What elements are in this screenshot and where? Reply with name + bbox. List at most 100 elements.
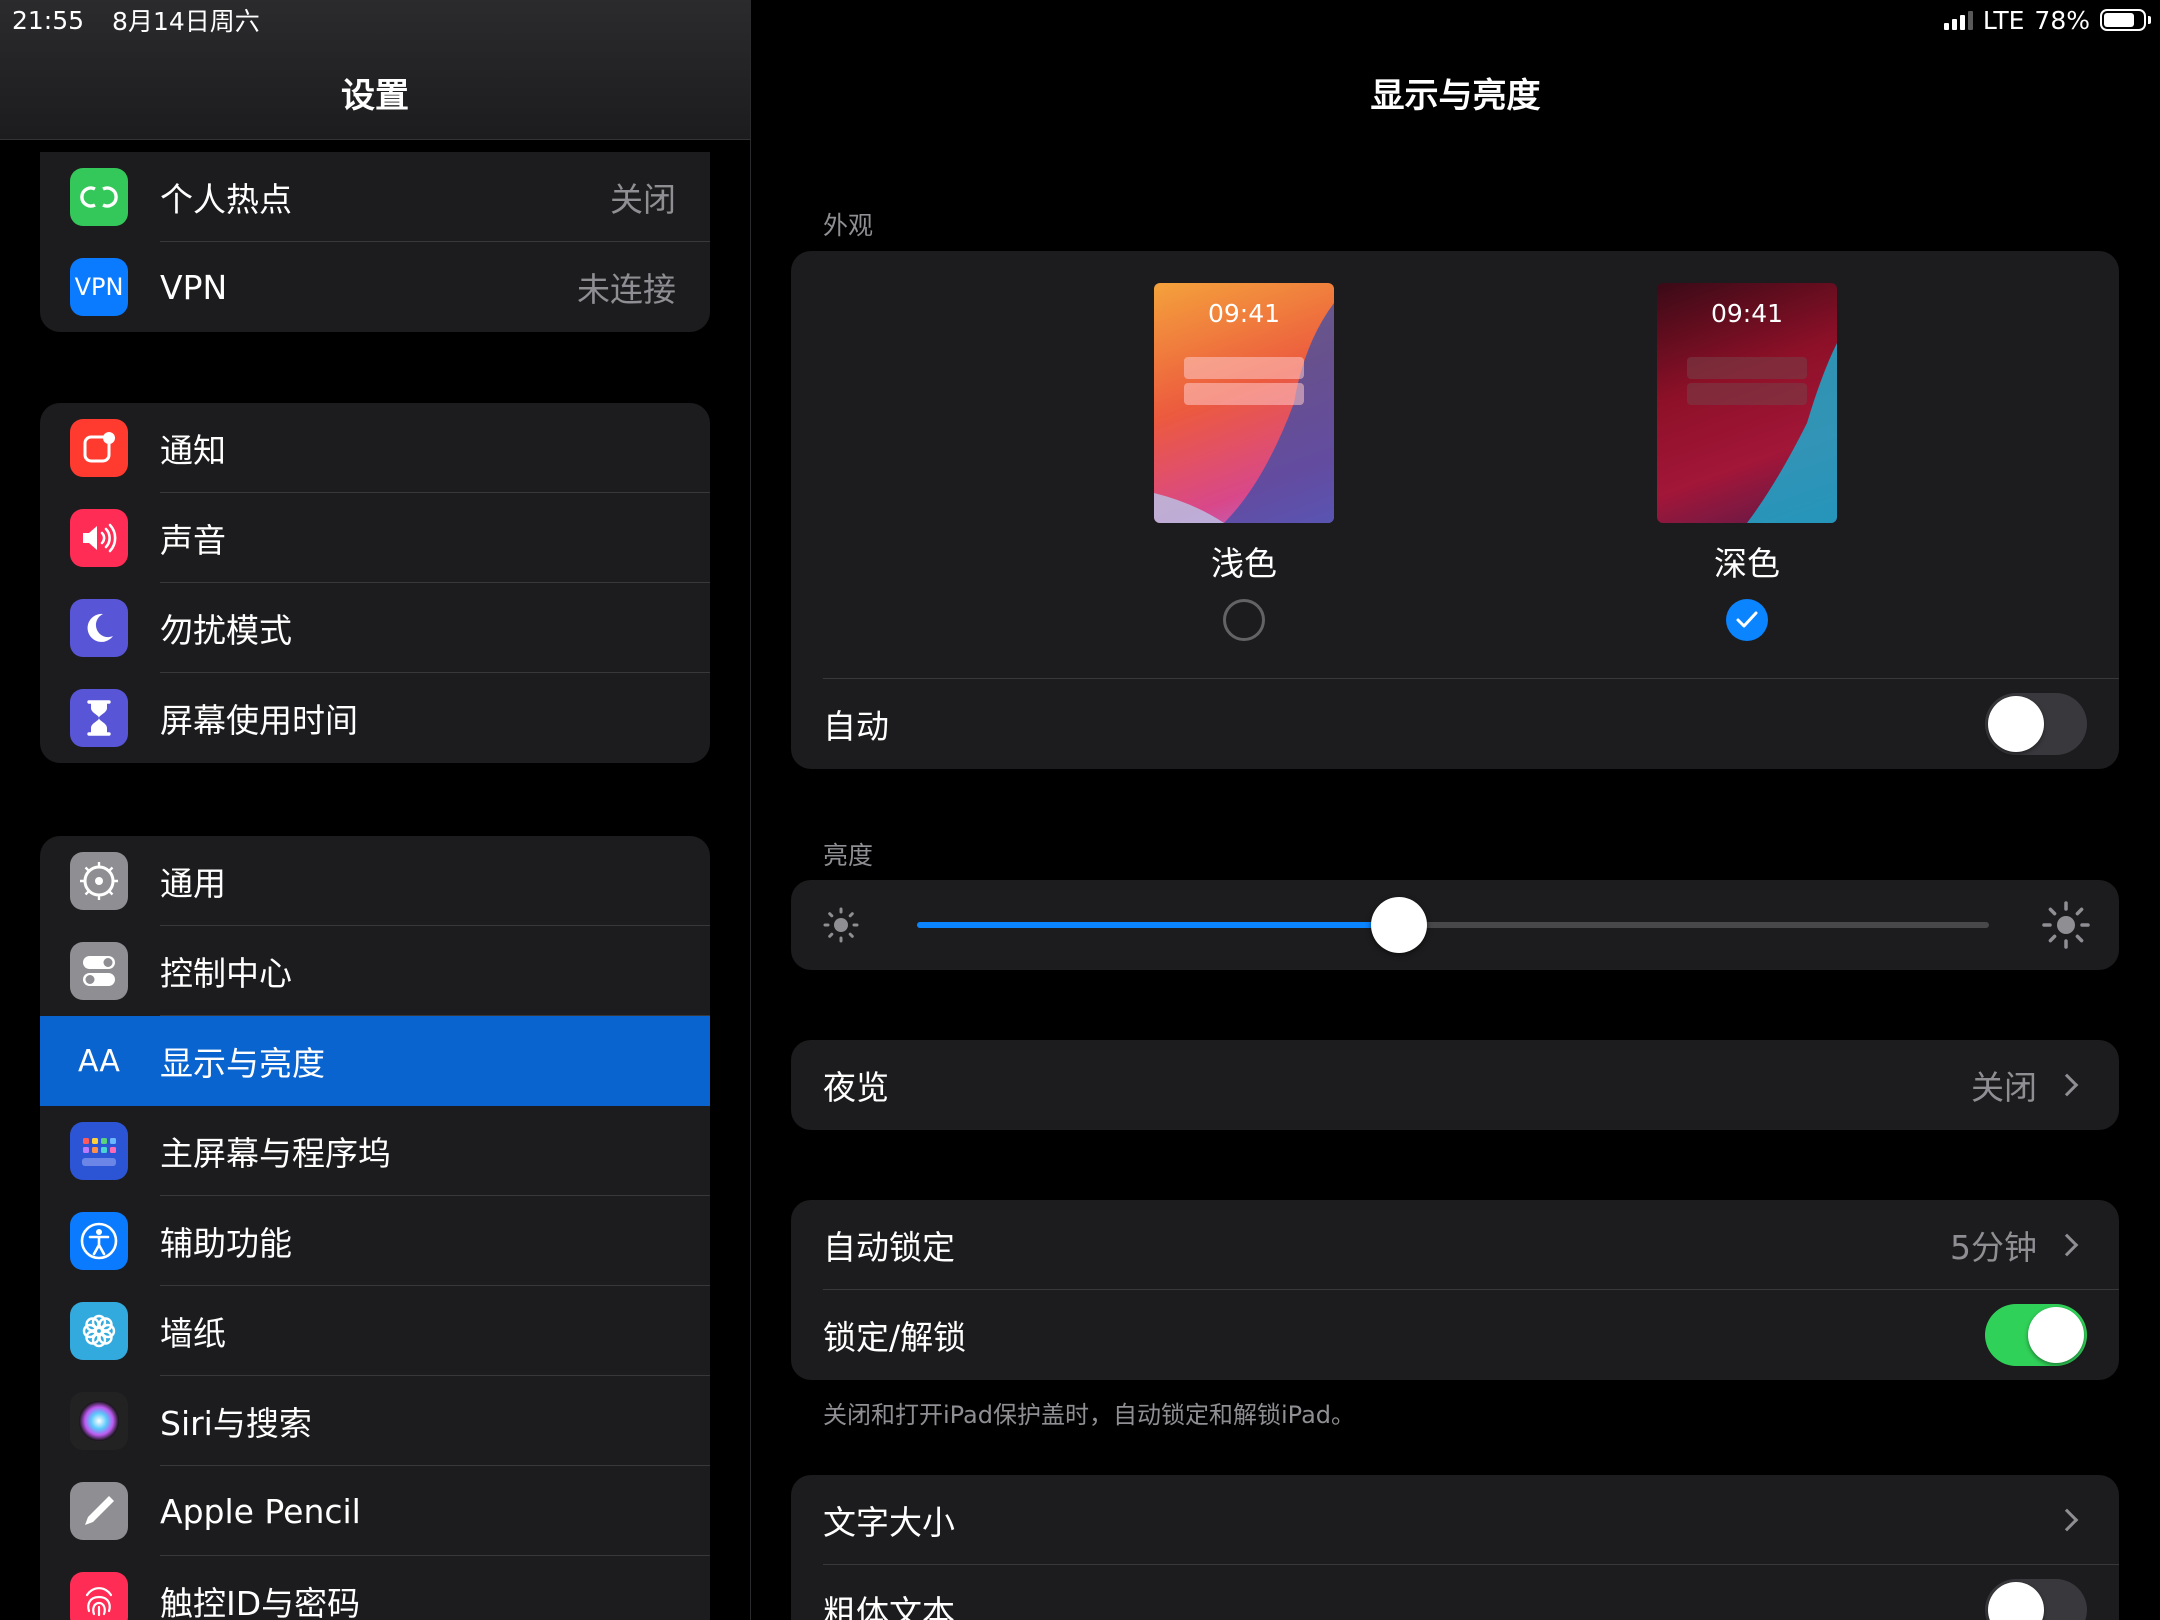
sidebar-item[interactable]: Siri与搜索 bbox=[40, 1376, 710, 1466]
text-size-row[interactable]: 文字大小 bbox=[791, 1475, 2119, 1565]
sidebar-item[interactable]: 通知 bbox=[40, 403, 710, 493]
cellular-signal-icon bbox=[1943, 10, 1973, 30]
page-title: 显示与亮度 bbox=[1370, 76, 1541, 116]
preview-time: 09:41 bbox=[1207, 299, 1281, 328]
status-time: 21:55 bbox=[12, 5, 85, 35]
brightness-fill bbox=[917, 922, 1400, 928]
sidebar-item[interactable]: 通用 bbox=[40, 836, 710, 926]
sidebar-item-label: VPN bbox=[160, 267, 228, 307]
preview-widget bbox=[1687, 357, 1807, 379]
sidebar-item-label: Apple Pencil bbox=[160, 1491, 361, 1531]
notifications-icon bbox=[70, 419, 128, 477]
sidebar-group: 通知声音勿扰模式屏幕使用时间 bbox=[40, 403, 710, 763]
preview-widget bbox=[1184, 357, 1304, 379]
auto-lock-label: 自动锁定 bbox=[823, 1228, 955, 1267]
light-theme-radio[interactable] bbox=[1223, 599, 1265, 641]
sidebar-item-label: 墙纸 bbox=[160, 1314, 226, 1353]
light-theme-preview[interactable]: 09:41 bbox=[1154, 283, 1334, 523]
sidebar-item[interactable]: 屏幕使用时间 bbox=[40, 673, 710, 763]
brightness-thumb[interactable] bbox=[1371, 897, 1428, 953]
toggle-knob bbox=[2028, 1307, 2084, 1363]
gear-icon bbox=[70, 852, 128, 910]
sidebar-item-label: 勿扰模式 bbox=[160, 611, 292, 650]
settings-app: 21:55 8月14日周六 LTE 78% 设置 个人热点 关闭 VPN VPN 未连接… bbox=[0, 0, 2160, 1620]
hourglass-icon bbox=[70, 689, 128, 747]
preview-time: 09:41 bbox=[1710, 299, 1784, 328]
sidebar-item-label: 辅助功能 bbox=[160, 1224, 292, 1263]
sidebar-item[interactable]: 辅助功能 bbox=[40, 1196, 710, 1286]
lock-card: 自动锁定 5分钟 锁定/解锁 bbox=[791, 1200, 2119, 1380]
lock-unlock-row: 锁定/解锁 bbox=[791, 1290, 2119, 1380]
text-size-label: 文字大小 bbox=[823, 1503, 955, 1542]
sidebar-item[interactable]: Apple Pencil bbox=[40, 1466, 710, 1556]
brightness-slider-row bbox=[791, 880, 2119, 970]
preview-widget bbox=[1184, 383, 1304, 405]
sidebar-item-label: 个人热点 bbox=[160, 180, 292, 219]
sun-small-icon bbox=[823, 907, 859, 943]
sidebar-group: 个人热点 关闭 VPN VPN 未连接 bbox=[40, 152, 710, 332]
dark-theme-radio[interactable] bbox=[1726, 599, 1768, 641]
sidebar-item-value: 关闭 bbox=[610, 180, 676, 219]
sidebar-item-label: 触控ID与密码 bbox=[160, 1584, 361, 1620]
sounds-icon bbox=[70, 509, 128, 567]
sidebar-item[interactable]: 个人热点 关闭 bbox=[40, 152, 710, 242]
sidebar: 设置 个人热点 关闭 VPN VPN 未连接通知声音勿扰模式屏幕使用时间 通用控制中心 AA… bbox=[0, 0, 750, 1620]
sidebar-item[interactable]: 主屏幕与程序坞 bbox=[40, 1106, 710, 1196]
accessibility-icon bbox=[70, 1212, 128, 1270]
brightness-card bbox=[791, 880, 2119, 970]
sidebar-item-value: 未连接 bbox=[577, 270, 676, 309]
sidebar-item-label: 屏幕使用时间 bbox=[160, 701, 358, 740]
sidebar-group: 通用控制中心 AA 显示与亮度 主屏幕与程序坞辅助功能墙纸 Siri与搜索 Apple P… bbox=[40, 836, 710, 1620]
appearance-section-label: 外观 bbox=[823, 211, 874, 240]
chevron-right-icon bbox=[2055, 1233, 2079, 1257]
sidebar-title: 设置 bbox=[341, 76, 409, 116]
auto-lock-value: 5分钟 bbox=[1950, 1228, 2037, 1267]
sidebar-item-label: Siri与搜索 bbox=[160, 1404, 312, 1443]
lock-unlock-toggle[interactable] bbox=[1985, 1304, 2087, 1366]
hotspot-icon bbox=[70, 168, 128, 226]
dark-theme-label: 深色 bbox=[1714, 544, 1780, 583]
status-bar-right: LTE 78% bbox=[1943, 0, 2151, 40]
lock-unlock-label: 锁定/解锁 bbox=[823, 1318, 967, 1357]
sidebar-item-label: 声音 bbox=[160, 521, 226, 560]
appearance-card: 09:41 浅色 09:41 深色 自动 bbox=[791, 251, 2119, 769]
toggle-knob bbox=[1988, 696, 2044, 752]
sidebar-item-label: 通用 bbox=[160, 864, 226, 903]
fingerprint-icon bbox=[70, 1572, 128, 1620]
dark-theme-option[interactable]: 09:41 深色 bbox=[1657, 283, 1837, 641]
sidebar-item[interactable]: AA 显示与亮度 bbox=[40, 1016, 710, 1106]
sidebar-item[interactable]: 控制中心 bbox=[40, 926, 710, 1016]
auto-appearance-toggle[interactable] bbox=[1985, 693, 2087, 755]
chevron-right-icon bbox=[2055, 1073, 2079, 1097]
night-shift-label: 夜览 bbox=[823, 1068, 889, 1107]
night-shift-value: 关闭 bbox=[1971, 1068, 2037, 1107]
network-type: LTE bbox=[1982, 5, 2025, 35]
sidebar-item[interactable]: 墙纸 bbox=[40, 1286, 710, 1376]
sidebar-item-label: 通知 bbox=[160, 431, 226, 470]
sidebar-item-label: 控制中心 bbox=[160, 954, 292, 993]
toggle-knob bbox=[1988, 1582, 2044, 1620]
bold-text-toggle[interactable] bbox=[1985, 1579, 2087, 1620]
pencil-icon bbox=[70, 1482, 128, 1540]
brightness-slider[interactable] bbox=[917, 897, 1989, 953]
vpn-icon: VPN bbox=[70, 258, 128, 316]
chevron-right-icon bbox=[2055, 1508, 2079, 1532]
sidebar-item[interactable]: VPN VPN 未连接 bbox=[40, 242, 710, 332]
bold-text-row: 粗体文本 bbox=[791, 1565, 2119, 1620]
lock-unlock-footnote: 关闭和打开iPad保护盖时，自动锁定和解锁iPad。 bbox=[823, 1401, 1356, 1429]
battery-percent: 78% bbox=[2034, 5, 2090, 35]
night-shift-row[interactable]: 夜览 关闭 bbox=[791, 1040, 2119, 1130]
wallpaper-icon bbox=[70, 1302, 128, 1360]
light-theme-option[interactable]: 09:41 浅色 bbox=[1154, 283, 1334, 641]
status-bar-left: 21:55 8月14日周六 bbox=[12, 0, 260, 40]
preview-widget bbox=[1687, 383, 1807, 405]
sidebar-item[interactable]: 声音 bbox=[40, 493, 710, 583]
dark-theme-preview[interactable]: 09:41 bbox=[1657, 283, 1837, 523]
display-brightness-icon: AA bbox=[78, 1043, 120, 1079]
sidebar-item[interactable]: 触控ID与密码 bbox=[40, 1556, 710, 1620]
home-screen-icon bbox=[70, 1122, 128, 1180]
checkmark-icon bbox=[1736, 611, 1758, 628]
sidebar-item[interactable]: 勿扰模式 bbox=[40, 583, 710, 673]
bold-text-label: 粗体文本 bbox=[823, 1593, 955, 1620]
auto-lock-row[interactable]: 自动锁定 5分钟 bbox=[791, 1200, 2119, 1290]
